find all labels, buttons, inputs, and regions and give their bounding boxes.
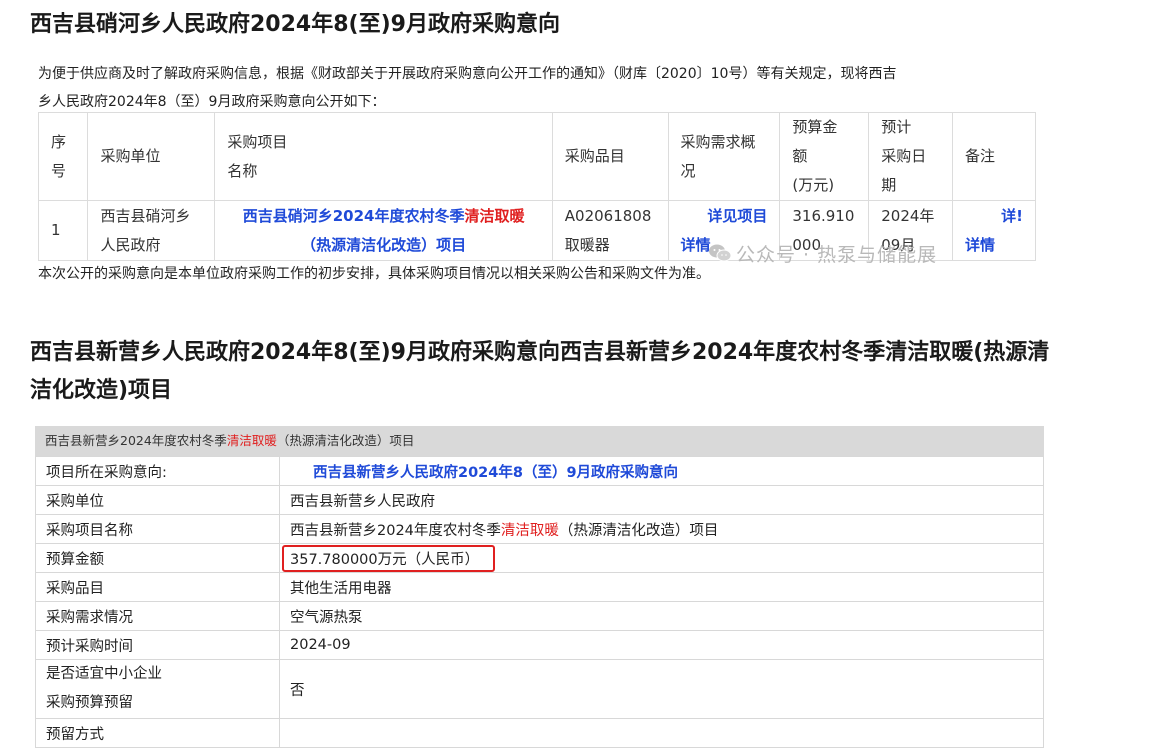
header-text-pre: 西吉县新营乡2024年度农村冬季 [45,433,227,448]
sme-label-line2: 采购预算预留 [46,695,133,711]
header-budget-line2: 额 [792,147,808,165]
header-budget-line1: 预算金 [792,118,838,136]
project-link-line1[interactable]: 西吉县硝河乡2024年度农村冬季清洁取暖 [227,202,539,231]
reserve-label: 预留方式 [35,718,280,748]
item-label: 采购品目 [35,572,280,602]
section2-title: 西吉县新营乡人民政府2024年8(至)9月政府采购意向西吉县新营乡2024年度农… [30,340,1050,403]
budget-value: 357.780000万元（人民币） [290,551,480,568]
project-name-post: （热源清洁化改造）项目 [558,522,719,539]
item-value: 其他生活用电器 [279,572,1044,602]
table-row: 预计采购时间 2024-09 [35,630,1044,660]
wechat-icon [708,243,732,268]
project-detail-table: 项目所在采购意向: 西吉县新营乡人民政府2024年8（至）9月政府采购意向 采购… [35,456,1044,748]
budget-highlight-box: 357.780000万元（人民币） [282,544,496,572]
project-name-highlight: 清洁取暖 [500,522,559,539]
cell-unit-line1: 西吉县硝河乡 [100,206,191,225]
header-seq-line1: 序 [51,132,67,151]
cell-item: A02061808 取暖器 [551,200,669,261]
intro-line-2: 乡人民政府2024年8（至）9月政府采购意向公开如下： [38,94,386,110]
cell-item-code: A02061808 [564,206,652,225]
cell-remark-link[interactable]: 详! 详情 [952,200,1036,261]
header-demand-line2: 况 [680,161,696,180]
cell-date-line1: 2024年 [881,206,935,225]
header-seq-line2: 号 [51,161,67,180]
reserve-value [279,718,1044,748]
intent-link-cell[interactable]: 西吉县新营乡人民政府2024年8（至）9月政府采购意向 [279,456,1044,486]
header-budget: 预算金 额 (万元) [779,112,870,201]
sme-label-line1: 是否适宜中小企业 [46,666,162,682]
section1-title: 西吉县硝河乡人民政府2024年8(至)9月政府采购意向 [30,12,560,37]
project-name-pre: 西吉县新营乡2024年度农村冬季 [290,522,501,539]
cell-unit-line2: 人民政府 [100,235,161,254]
table-row: 采购需求情况 空气源热泵 [35,601,1044,631]
intro-line-1: 为便于供应商及时了解政府采购信息，根据《财政部关于开展政府采购意向公开工作的通知… [38,66,897,82]
table-row: 采购品目 其他生活用电器 [35,572,1044,602]
demand-link-line1[interactable]: 详见项目 [681,202,767,231]
disclaimer-note: 本次公开的采购意向是本单位政府采购工作的初步安排，具体采购项目情况以相关采购公告… [38,266,710,282]
intent-label: 项目所在采购意向: [35,456,280,486]
unit-value: 西吉县新营乡人民政府 [279,485,1044,515]
table-row: 项目所在采购意向: 西吉县新营乡人民政府2024年8（至）9月政府采购意向 [35,456,1044,486]
header-date-line3: 期 [881,176,897,194]
sme-label: 是否适宜中小企业 采购预算预留 [35,659,280,719]
table-row: 采购单位 西吉县新营乡人民政府 [35,485,1044,515]
table-row: 采购项目名称 西吉县新营乡2024年度农村冬季清洁取暖（热源清洁化改造）项目 [35,514,1044,544]
header-project-line2: 名称 [227,161,258,180]
cell-budget-line1: 316.910 [792,206,855,225]
header-demand-line1: 采购需求概 [680,132,756,151]
header-remark: 备注 [952,112,1036,201]
demand-label: 采购需求情况 [35,601,280,631]
project-link-highlight[interactable]: 清洁取暖 [464,207,524,225]
procurement-intent-table: 序 号 采购单位 采购项目 名称 采购品目 采购需求概 况 预算金 额 (万元)… [37,112,1036,261]
table-row: 是否适宜中小企业 采购预算预留 否 [35,659,1044,719]
header-date-line1: 预计 [881,118,912,136]
table-row: 预算金额 357.780000万元（人民币） [35,543,1044,573]
cell-seq: 1 [37,200,89,261]
remark-link-line2[interactable]: 详情 [965,231,1023,260]
header-project: 采购项目 名称 [214,112,553,201]
intent-link[interactable]: 西吉县新营乡人民政府2024年8（至）9月政府采购意向 [313,465,678,481]
budget-label: 预算金额 [35,543,280,573]
procurement-notice-screenshot-1: 为便于供应商及时了解政府采购信息，根据《财政部关于开展政府采购意向公开工作的通知… [30,56,1036,292]
time-label: 预计采购时间 [35,630,280,660]
project-name-label: 采购项目名称 [35,514,280,544]
cell-item-name: 取暖器 [564,235,610,254]
cell-project-link[interactable]: 西吉县硝河乡2024年度农村冬季清洁取暖 （热源清洁化改造）项目 [214,200,553,261]
intro-paragraph: 为便于供应商及时了解政府采购信息，根据《财政部关于开展政府采购意向公开工作的通知… [38,60,1036,116]
header-text-post: （热源清洁化改造）项目 [276,433,415,448]
detail-header-bar: 西吉县新营乡2024年度农村冬季清洁取暖（热源清洁化改造）项目 [35,426,1044,456]
header-budget-line3: (万元) [792,176,835,194]
unit-label: 采购单位 [35,485,280,515]
procurement-detail-screenshot-2: 西吉县新营乡2024年度农村冬季清洁取暖（热源清洁化改造）项目 项目所在采购意向… [35,426,1044,748]
header-project-line1: 采购项目 [227,132,288,151]
budget-value-cell: 357.780000万元（人民币） [279,543,1044,573]
cell-unit: 西吉县硝河乡 人民政府 [87,200,216,261]
time-value: 2024-09 [279,630,1044,660]
remark-link-line1[interactable]: 详! [965,202,1023,231]
project-name-value: 西吉县新营乡2024年度农村冬季清洁取暖（热源清洁化改造）项目 [279,514,1044,544]
header-seq: 序 号 [37,112,89,201]
header-item: 采购品目 [551,112,669,201]
header-unit: 采购单位 [87,112,216,201]
header-date: 预计 采购日 期 [868,112,954,201]
sme-value: 否 [279,659,1044,719]
header-demand: 采购需求概 况 [667,112,781,201]
header-date-line2: 采购日 [881,147,927,165]
header-text-highlight: 清洁取暖 [226,433,277,448]
watermark-text: 公众号 · 热泵与储能展 [736,244,938,266]
table-row: 预留方式 [35,718,1044,748]
demand-value: 空气源热泵 [279,601,1044,631]
table-header-row: 序 号 采购单位 采购项目 名称 采购品目 采购需求概 况 预算金 额 (万元)… [37,112,1036,201]
watermark: 公众号 · 热泵与储能展 [708,240,937,268]
project-link-text[interactable]: 西吉县硝河乡2024年度农村冬季 [243,207,465,225]
project-link-line2[interactable]: （热源清洁化改造）项目 [227,231,539,260]
